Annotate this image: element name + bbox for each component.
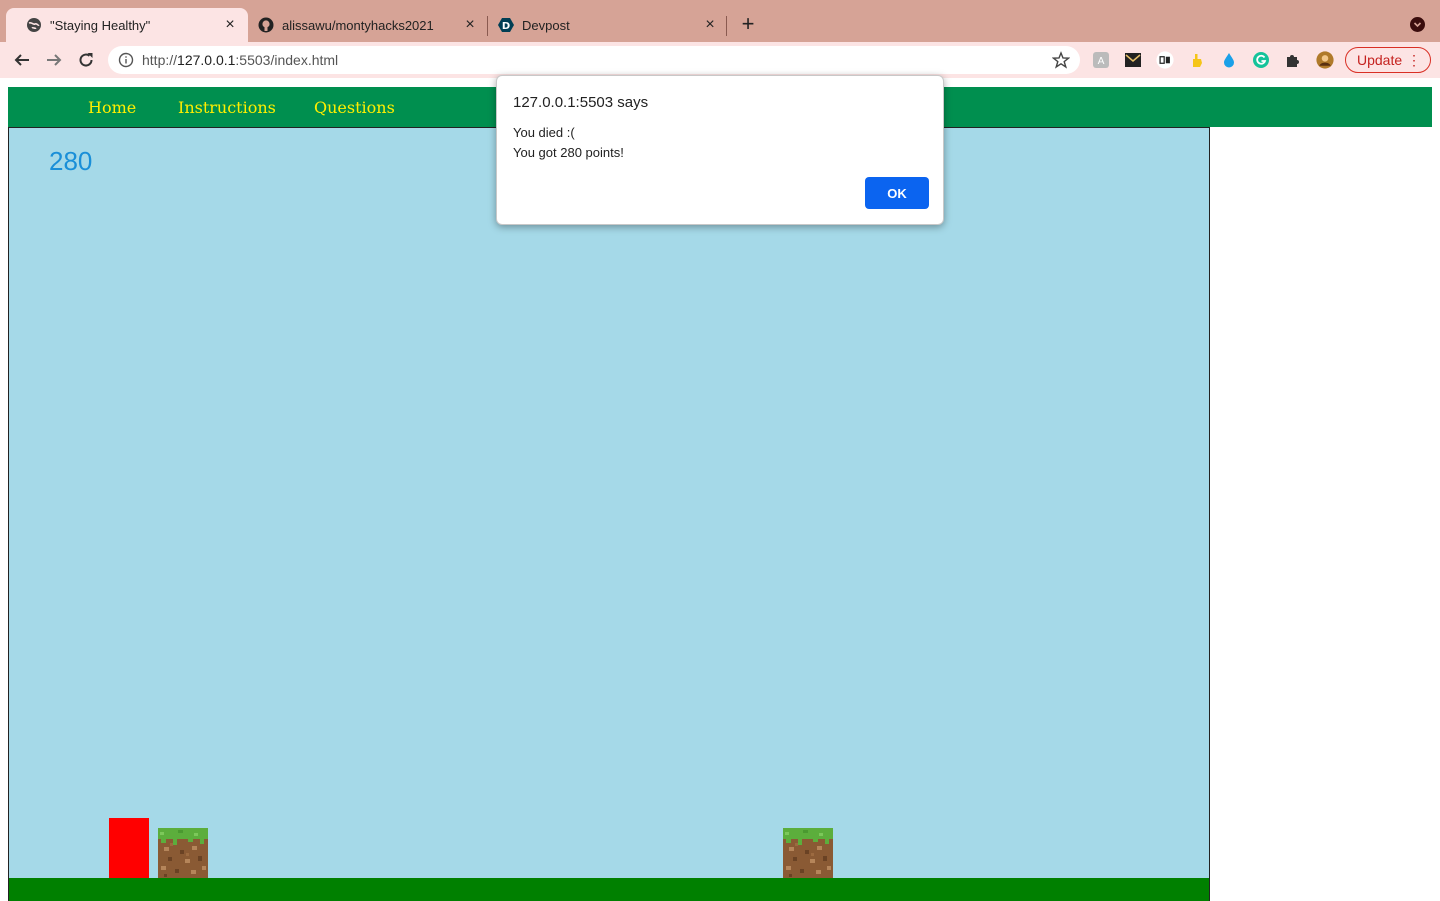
devpost-icon: D (498, 17, 514, 33)
dirt-block-obstacle (783, 828, 833, 878)
new-tab-plus-icon[interactable]: + (737, 13, 759, 36)
tab-devpost[interactable]: D Devpost × (488, 8, 728, 42)
tab-title: alissawu/montyhacks2021 (282, 17, 434, 33)
info-icon[interactable] (118, 52, 134, 68)
close-icon[interactable]: × (702, 17, 718, 33)
puzzle-extensions-icon[interactable] (1284, 51, 1302, 69)
extension-icon-envelope[interactable] (1124, 51, 1142, 69)
nav-link-home[interactable]: Home (88, 98, 136, 117)
profile-avatar-icon[interactable] (1316, 51, 1334, 69)
ground-strip (9, 878, 1209, 901)
extension-icon-drop[interactable] (1220, 51, 1238, 69)
tab-title: Devpost (522, 17, 570, 33)
reload-icon[interactable] (76, 50, 96, 70)
forward-arrow-icon[interactable] (44, 50, 64, 70)
alert-dialog: 127.0.0.1:5503 says You died :( You got … (496, 75, 944, 225)
svg-text:A: A (1098, 56, 1105, 67)
player-block (109, 818, 149, 878)
tab-github[interactable]: alissawu/montyhacks2021 × (248, 8, 488, 42)
back-arrow-icon[interactable] (12, 50, 32, 70)
address-bar[interactable]: http://127.0.0.1:5503/index.html (108, 46, 1080, 74)
game-canvas[interactable]: 280 (8, 127, 1210, 901)
browser-toolbar: http://127.0.0.1:5503/index.html A Updat… (0, 42, 1440, 78)
tab-title: "Staying Healthy" (50, 17, 151, 33)
nav-link-instructions[interactable]: Instructions (178, 98, 276, 117)
dirt-block-obstacle (158, 828, 208, 878)
dialog-message-line-2: You got 280 points! (513, 145, 624, 160)
nav-link-questions[interactable]: Questions (314, 98, 395, 117)
dirt-block-texture (158, 828, 208, 878)
kebab-menu-icon[interactable]: ⋮ (1407, 52, 1421, 68)
github-icon (258, 17, 274, 33)
extension-icon-hand[interactable] (1188, 51, 1206, 69)
dialog-title: 127.0.0.1:5503 says (513, 94, 649, 111)
dirt-block-texture (783, 828, 833, 878)
tab-separator (726, 16, 727, 36)
extension-icon-grey[interactable]: A (1092, 51, 1110, 69)
svg-text:D: D (502, 21, 510, 32)
extension-icon-reader[interactable] (1156, 51, 1174, 69)
update-label: Update (1357, 52, 1403, 68)
dialog-message-line-1: You died :( (513, 125, 575, 140)
tab-staying-healthy[interactable]: "Staying Healthy" × (6, 8, 248, 42)
close-icon[interactable]: × (462, 17, 478, 33)
tab-strip: "Staying Healthy" × alissawu/montyhacks2… (0, 0, 1440, 42)
close-icon[interactable]: × (222, 17, 238, 33)
score-counter: 280 (49, 146, 93, 176)
url-text: http://127.0.0.1:5503/index.html (142, 52, 339, 68)
globe-icon (26, 17, 42, 33)
tab-search-chevron-icon[interactable] (1410, 17, 1425, 32)
grammarly-icon[interactable] (1252, 51, 1270, 69)
ok-button[interactable]: OK (865, 177, 929, 209)
update-button[interactable]: Update ⋮ (1345, 47, 1431, 73)
bookmark-star-icon[interactable] (1051, 51, 1071, 69)
